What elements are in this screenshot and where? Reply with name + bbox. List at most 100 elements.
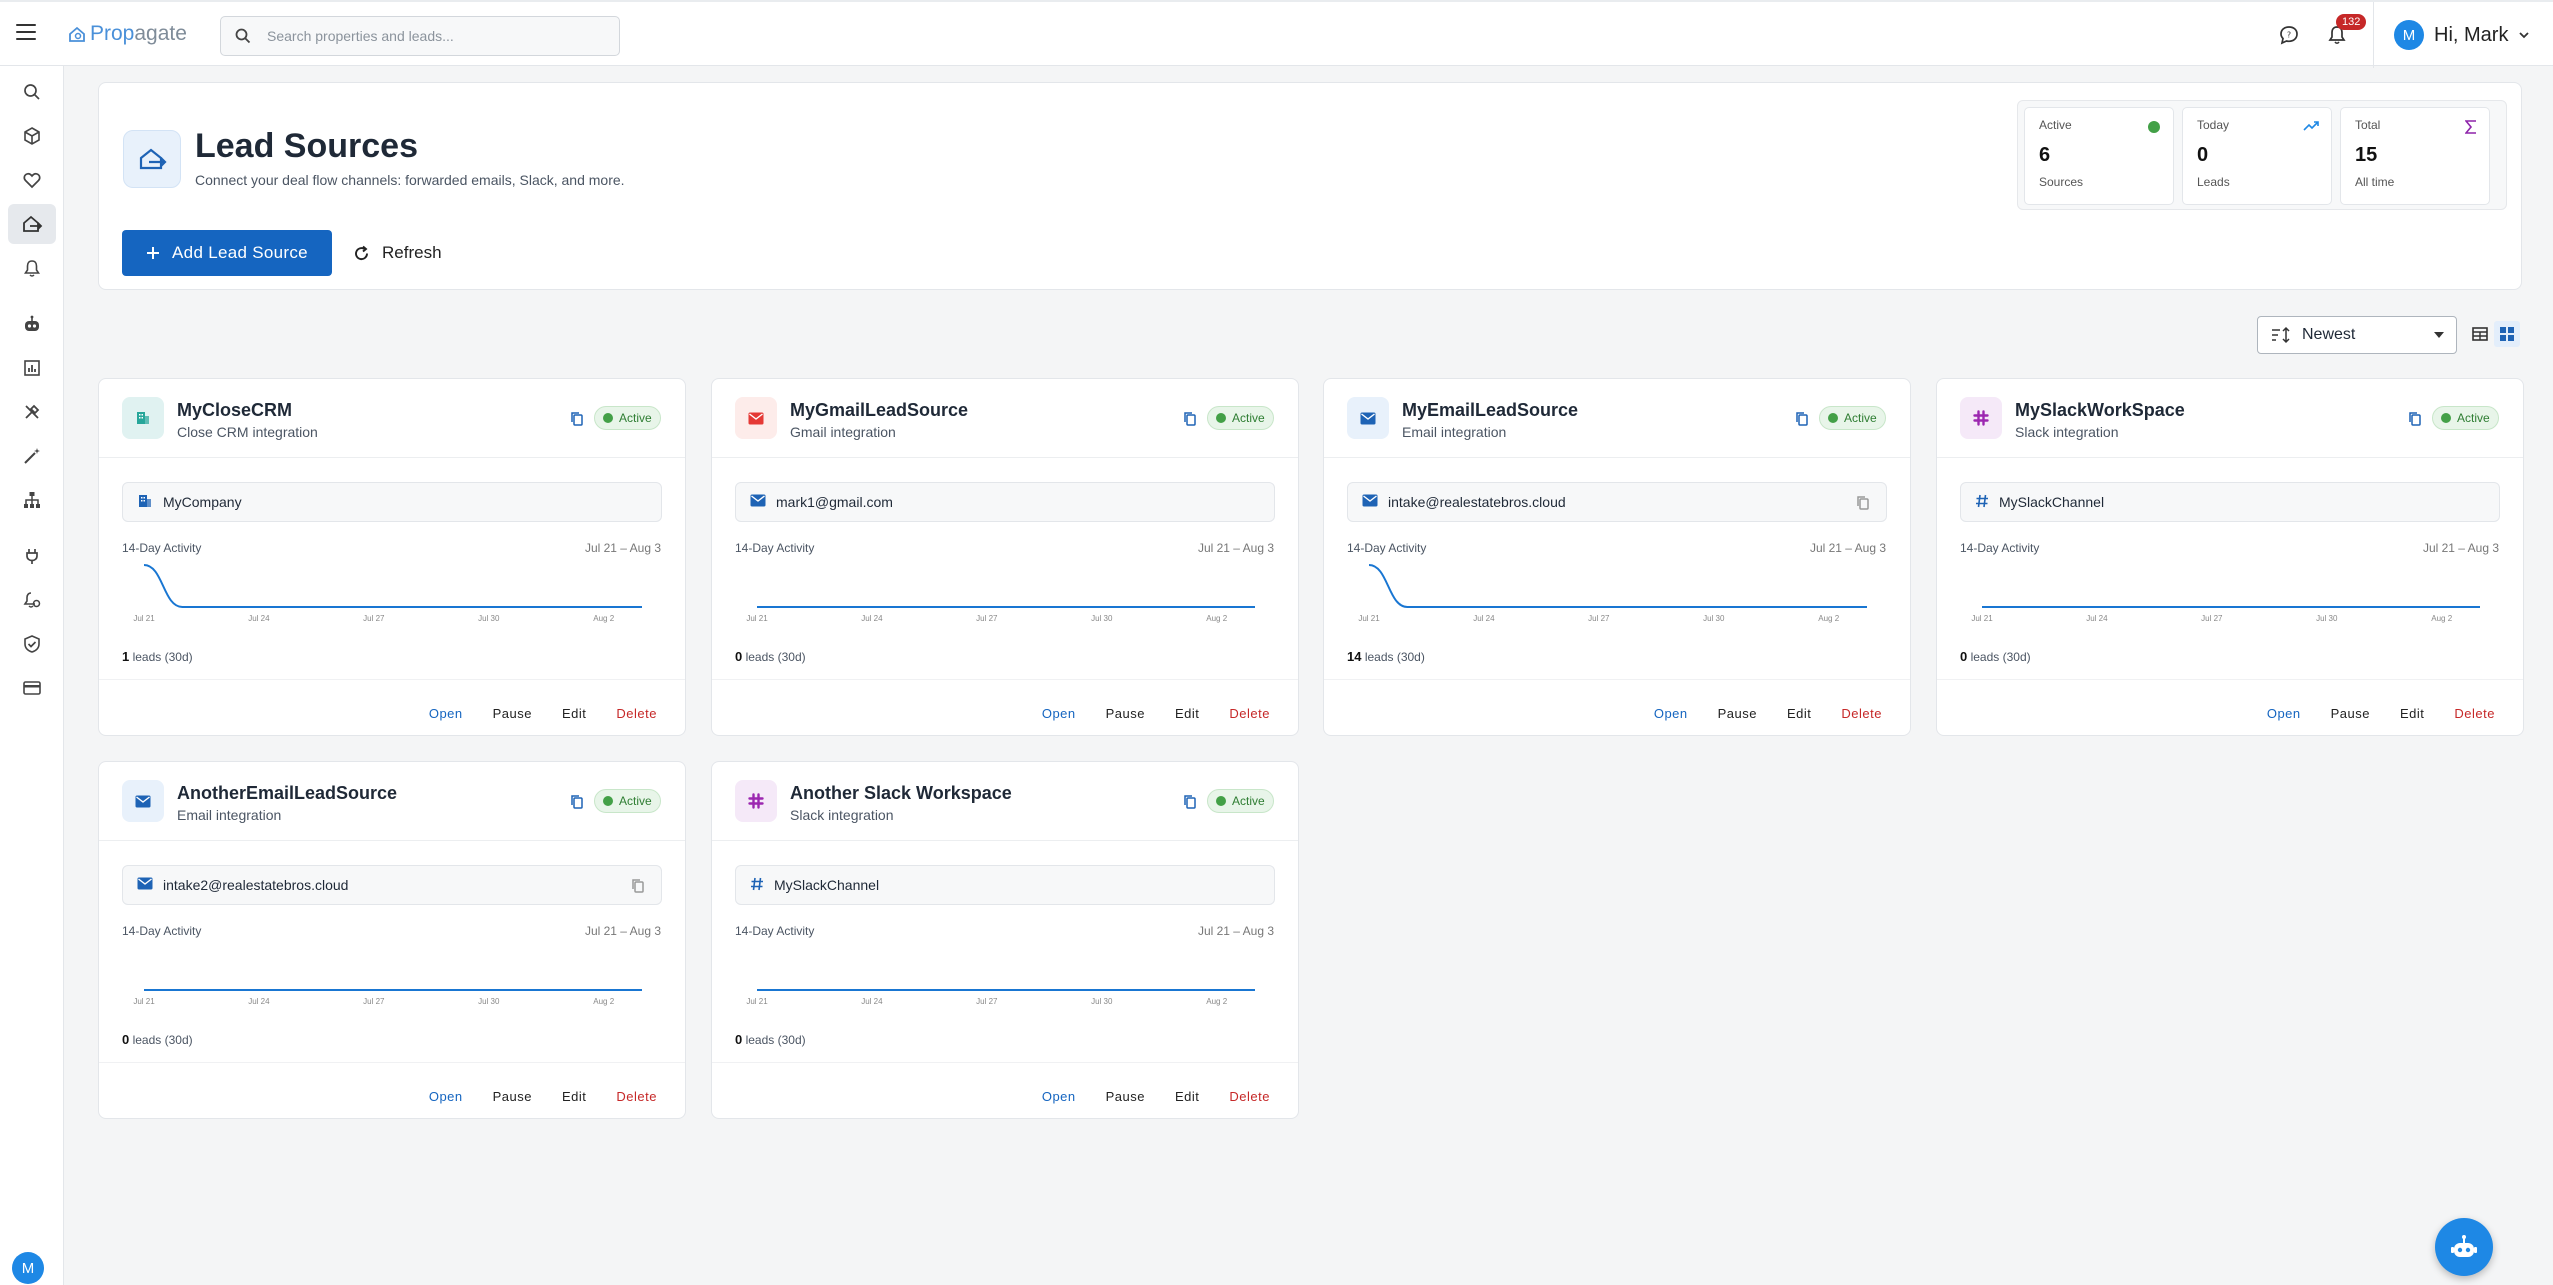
open-button[interactable]: Open (1654, 706, 1688, 721)
grid-view-toggle[interactable] (2494, 321, 2520, 347)
open-button[interactable]: Open (1042, 706, 1076, 721)
source-detail-value: MySlackChannel (1999, 494, 2105, 510)
pause-button[interactable]: Pause (1106, 1089, 1145, 1104)
copy-address-icon[interactable] (631, 878, 645, 897)
edit-button[interactable]: Edit (2400, 706, 2424, 721)
divider (1937, 457, 2523, 458)
leads-count-value: 0 (735, 649, 743, 664)
avatar: M (2394, 20, 2424, 50)
divider (1324, 679, 1910, 680)
sparkline-tick-label: Aug 2 (1206, 614, 1227, 623)
sidebar-item-automation[interactable] (8, 436, 56, 476)
activity-range: Jul 21 – Aug 3 (1809, 541, 1886, 555)
sidebar-item-notification-settings[interactable] (8, 580, 56, 620)
edit-button[interactable]: Edit (562, 706, 586, 721)
delete-button[interactable]: Delete (1841, 706, 1882, 721)
delete-button[interactable]: Delete (2454, 706, 2495, 721)
open-button[interactable]: Open (1042, 1089, 1076, 1104)
open-button[interactable]: Open (429, 706, 463, 721)
edit-button[interactable]: Edit (1175, 706, 1199, 721)
lead-source-card: MySlackWorkSpace Slack integration Activ… (1936, 378, 2524, 736)
copy-address-icon[interactable] (1856, 495, 1870, 514)
slack-icon (735, 780, 777, 822)
pause-button[interactable]: Pause (1718, 706, 1757, 721)
sidebar-item-organization[interactable] (8, 480, 56, 520)
leads-count-suffix: leads (30d) (132, 650, 193, 664)
pause-button[interactable]: Pause (493, 1089, 532, 1104)
sidebar-item-analytics[interactable] (8, 348, 56, 388)
search-box[interactable] (220, 16, 620, 56)
edit-button[interactable]: Edit (562, 1089, 586, 1104)
sparkline-tick-label: Aug 2 (1206, 997, 1227, 1006)
stat-sub: Leads (2197, 175, 2230, 189)
leads-count: 14 leads (30d) (1347, 649, 1425, 664)
activity-range: Jul 21 – Aug 3 (584, 924, 661, 938)
trending-up-icon (2303, 121, 2319, 131)
sitemap-icon (24, 492, 40, 508)
app-logo[interactable]: Prop agate (68, 22, 187, 46)
sidebar-item-search[interactable] (8, 72, 56, 112)
sidebar-user-avatar[interactable]: M (12, 1252, 44, 1284)
chat-icon[interactable]: ? (2276, 22, 2302, 48)
copy-icon[interactable] (1183, 794, 1197, 815)
delete-button[interactable]: Delete (1229, 706, 1270, 721)
delete-button[interactable]: Delete (616, 1089, 657, 1104)
cube-icon (24, 127, 40, 145)
pause-button[interactable]: Pause (493, 706, 532, 721)
copy-icon[interactable] (570, 794, 584, 815)
activity-sparkline: Jul 21 Jul 24 Jul 27 Jul 30 Aug 2 (1358, 564, 1867, 623)
assistant-fab-button[interactable] (2435, 1218, 2493, 1276)
status-dot-icon (603, 796, 613, 806)
sidebar-item-favorites[interactable] (8, 160, 56, 200)
open-button[interactable]: Open (429, 1089, 463, 1104)
delete-button[interactable]: Delete (1229, 1089, 1270, 1104)
open-button[interactable]: Open (2267, 706, 2301, 721)
sigma-icon (2465, 120, 2476, 134)
copy-icon[interactable] (1795, 411, 1809, 432)
bell-settings-icon (23, 592, 41, 608)
copy-icon[interactable] (1183, 411, 1197, 432)
delete-button[interactable]: Delete (616, 706, 657, 721)
edit-button[interactable]: Edit (1175, 1089, 1199, 1104)
sparkline-tick-label: Jul 24 (248, 614, 270, 623)
lead-sources-icon (123, 130, 181, 188)
sidebar-item-security[interactable] (8, 624, 56, 664)
leads-count: 0 leads (30d) (735, 649, 806, 664)
sidebar-item-alerts[interactable] (8, 248, 56, 288)
svg-text:?: ? (2287, 31, 2291, 40)
sidebar-item-tools[interactable] (8, 392, 56, 432)
notification-count-badge: 132 (2336, 14, 2367, 30)
sidebar-item-assistant[interactable] (8, 304, 56, 344)
sort-select[interactable]: Newest (2257, 316, 2457, 354)
search-input[interactable] (267, 28, 597, 44)
sparkline-tick-label: Aug 2 (593, 997, 614, 1006)
leads-count: 0 leads (30d) (735, 1032, 806, 1047)
lead-sources-icon (23, 215, 43, 232)
edit-button[interactable]: Edit (1787, 706, 1811, 721)
activity-series-line (1368, 564, 1867, 608)
sidebar-item-properties[interactable] (8, 116, 56, 156)
menu-icon[interactable] (16, 24, 36, 40)
table-view-toggle[interactable] (2467, 321, 2493, 347)
pause-button[interactable]: Pause (2331, 706, 2370, 721)
add-lead-source-button[interactable]: Add Lead Source (122, 230, 332, 276)
pause-button[interactable]: Pause (1106, 706, 1145, 721)
stat-value: 6 (2039, 144, 2051, 166)
copy-icon[interactable] (2408, 411, 2422, 432)
sidebar-item-integrations[interactable] (8, 536, 56, 576)
page-header-card: Lead Sources Connect your deal flow chan… (98, 82, 2522, 290)
activity-label: 14-Day Activity (1347, 541, 1427, 555)
sidebar-item-lead-sources[interactable] (8, 204, 56, 244)
sidebar-item-billing[interactable] (8, 668, 56, 708)
card-subtitle: Slack integration (790, 807, 894, 823)
page-title: Lead Sources (195, 127, 418, 165)
refresh-button[interactable]: Refresh (353, 230, 442, 276)
plug-icon (26, 549, 38, 564)
user-menu[interactable]: M Hi, Mark (2394, 20, 2530, 50)
card-subtitle: Close CRM integration (177, 424, 318, 440)
table-view-icon (2472, 327, 2488, 341)
leads-count-value: 0 (122, 1032, 130, 1047)
caret-down-icon (2434, 332, 2444, 338)
activity-label: 14-Day Activity (735, 541, 815, 555)
copy-icon[interactable] (570, 411, 584, 432)
